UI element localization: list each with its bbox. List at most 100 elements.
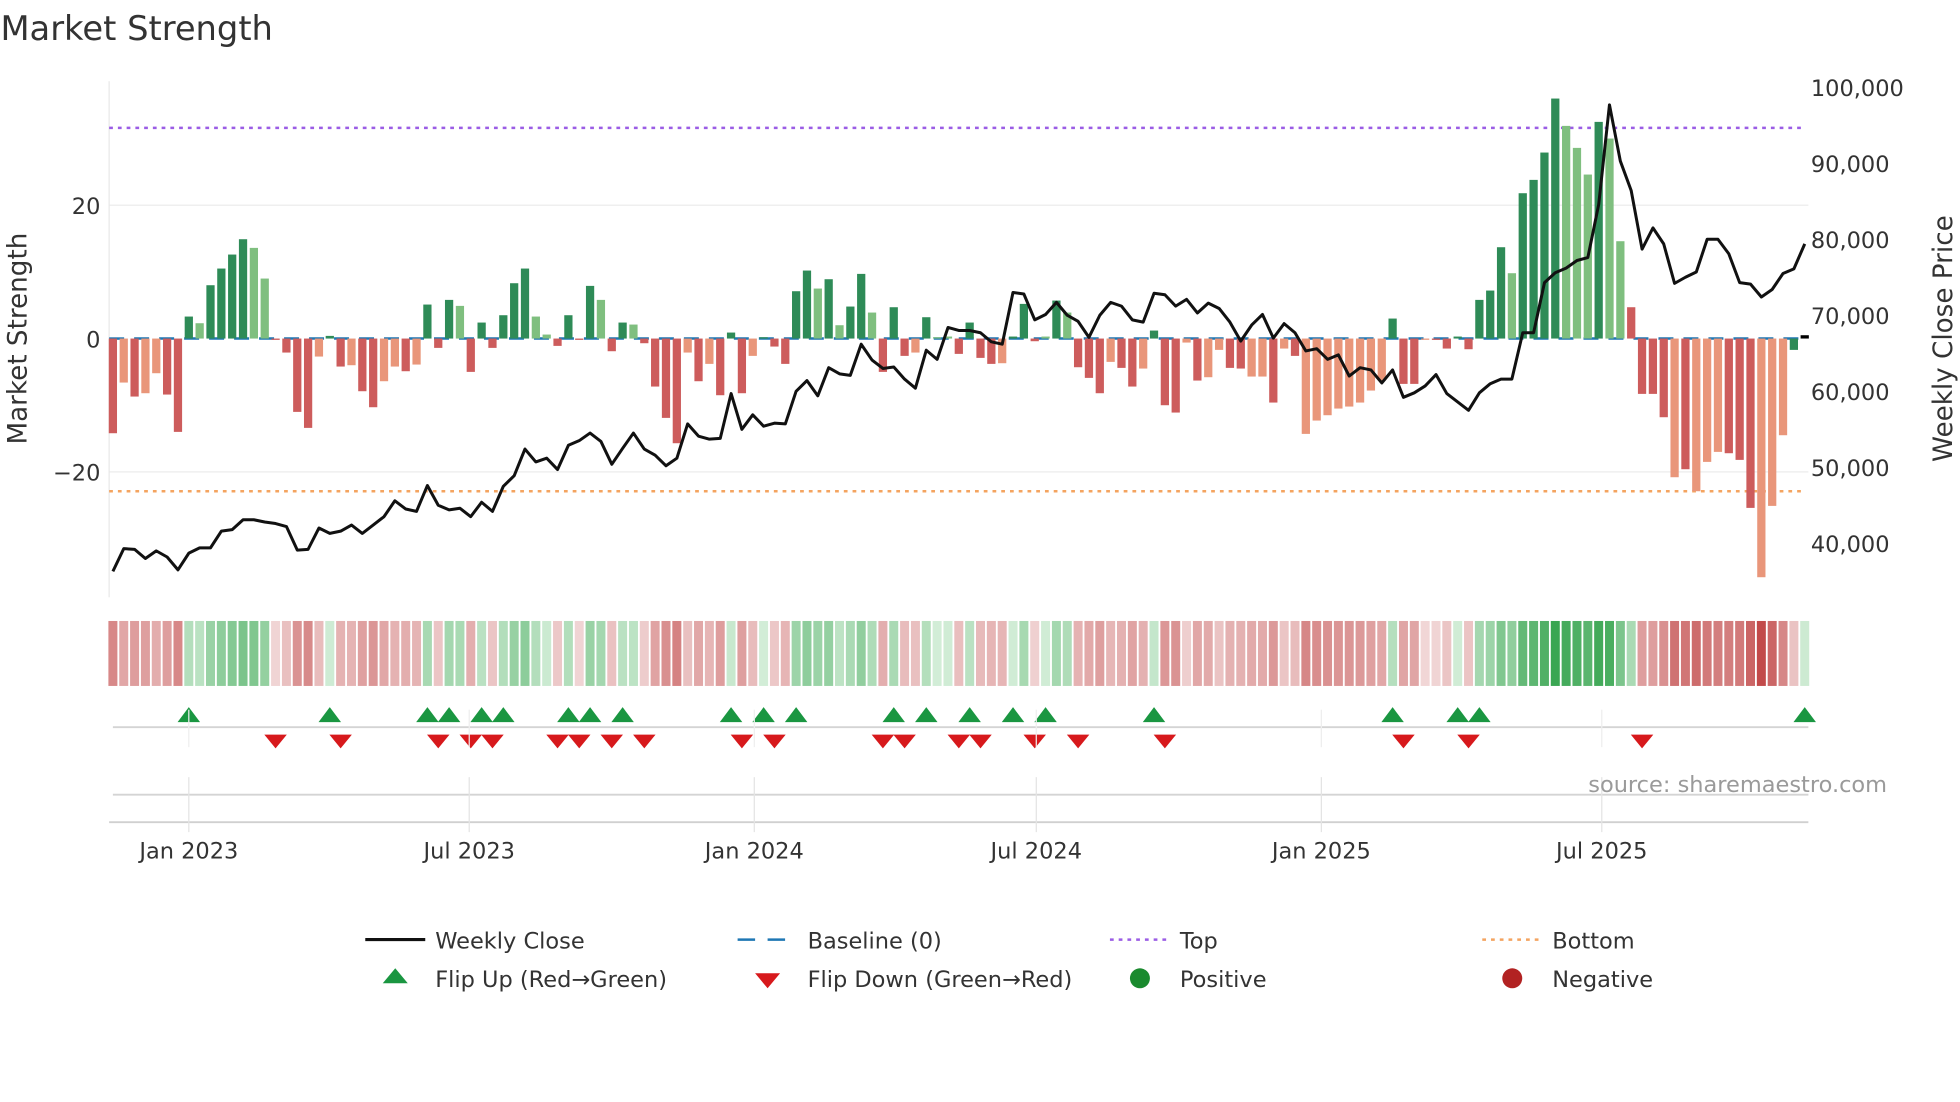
heatmap-cell [1323, 620, 1333, 686]
strength-bar [1572, 147, 1582, 339]
strength-bar [716, 338, 725, 396]
heatmap-cell [1539, 620, 1549, 686]
strength-bar [932, 337, 942, 339]
heatmap-cell [1019, 620, 1029, 686]
heatmap-cell [390, 620, 400, 686]
heatmap-cell [628, 620, 638, 686]
legend-bottom[interactable]: Bottom [1482, 928, 1635, 954]
flip-down-marker [1630, 734, 1654, 749]
heatmap-cell [1030, 620, 1040, 686]
heatmap-cell [227, 620, 237, 686]
legend-flip-down[interactable]: Flip Down (Green→Red) [755, 967, 1072, 993]
strength-bar [325, 335, 334, 339]
strength-bar [444, 299, 454, 339]
heatmap-cell [1084, 620, 1094, 686]
heatmap-cell [607, 620, 617, 686]
strength-bar [1323, 338, 1332, 416]
flip-down-marker [459, 734, 483, 749]
strength-bar [1551, 98, 1560, 339]
strength-bar [705, 338, 714, 364]
right-tick-label: 90,000 [1811, 152, 1890, 178]
strength-bar [954, 338, 963, 354]
heatmap-cell [1149, 620, 1159, 686]
x-tick-label: Jul 2023 [422, 838, 515, 864]
heatmap-cell [802, 620, 812, 686]
strength-bar [531, 316, 540, 339]
legend-positive[interactable]: Positive [1129, 967, 1267, 993]
legend-flip-up[interactable]: Flip Up (Red→Green) [382, 967, 667, 993]
flip-down-marker [264, 734, 287, 749]
left-axis-ticks: 20 0 −20 [53, 194, 100, 487]
strength-bar [119, 338, 128, 383]
strength-bar [1648, 338, 1658, 394]
heatmap-cell [1670, 620, 1680, 686]
legend-negative[interactable]: Negative [1502, 967, 1653, 993]
strength-bar [314, 338, 324, 357]
heatmap-cell [1626, 620, 1636, 686]
strength-bar [1290, 338, 1300, 356]
heatmap-cell [1236, 620, 1246, 686]
flip-down-marker [947, 734, 971, 749]
x-tick-label: Jan 2025 [1270, 838, 1371, 864]
strength-bar [1247, 338, 1256, 377]
heatmap-cell [639, 620, 649, 686]
heatmap-cell [1518, 620, 1528, 686]
heatmap-cell [325, 620, 335, 686]
strength-bar [922, 317, 931, 339]
strength-bar [1681, 338, 1690, 470]
heatmap-cell [1496, 620, 1506, 686]
heatmap-cell [1474, 620, 1484, 686]
flip-up-marker [1381, 707, 1404, 723]
heatmap-cell [238, 620, 248, 686]
strength-bar [564, 315, 573, 339]
strength-bar [1258, 338, 1267, 377]
heatmap-cell [921, 620, 931, 686]
strength-bar [1225, 338, 1235, 368]
heatmap-cell [1008, 620, 1018, 686]
heatmap-cell [1605, 620, 1615, 686]
legend-top[interactable]: Top [1109, 928, 1218, 954]
strength-bar [260, 278, 269, 339]
strength-bar [1388, 318, 1397, 339]
left-axis-label: Market Strength [4, 233, 34, 445]
heatmap-cell [1312, 620, 1322, 686]
strength-bar [683, 338, 692, 353]
x-axis-ticks: Jan 2023 Jul 2023 Jan 2024 Jul 2024 Jan 2025… [137, 709, 1647, 864]
flip-down-marker [893, 734, 916, 749]
strength-bar [976, 338, 985, 358]
flip-up-marker [416, 707, 439, 723]
heatmap-cell [813, 620, 823, 686]
strength-bar [1659, 338, 1668, 418]
heatmap-cell [1724, 620, 1734, 686]
strength-bar [1768, 338, 1777, 506]
heatmap-cell [1583, 620, 1593, 686]
strength-bar [792, 291, 801, 339]
strength-bar [1171, 338, 1180, 413]
strength-bar [1778, 338, 1788, 436]
strength-bar [455, 305, 465, 339]
legend-baseline[interactable]: Baseline (0) [737, 928, 942, 954]
heatmap-cell [542, 620, 552, 686]
strength-bar [1464, 338, 1473, 350]
heatmap-cell [184, 620, 194, 686]
flip-up-marker [470, 707, 493, 723]
heatmap-cell [867, 620, 877, 686]
heatmap-cell [1182, 620, 1192, 686]
heatmap-cell [119, 620, 129, 686]
strength-bar [520, 268, 530, 339]
strength-bar [857, 273, 866, 339]
heatmap-cell [1268, 620, 1278, 686]
strength-bar [770, 338, 779, 347]
heatmap-cell [1192, 620, 1202, 686]
flip-down-marker [1023, 734, 1046, 749]
strength-heatmap-strip [108, 620, 1810, 686]
strength-bar [651, 338, 660, 387]
strength-bar [835, 325, 844, 339]
x-tick-label: Jul 2024 [989, 838, 1082, 864]
strength-bar [1713, 338, 1723, 452]
legend-weekly-close[interactable]: Weekly Close [365, 928, 585, 954]
flip-up-marker [557, 707, 580, 723]
heatmap-cell [130, 620, 140, 686]
strength-bar [585, 285, 595, 339]
strength-bar [206, 285, 215, 339]
